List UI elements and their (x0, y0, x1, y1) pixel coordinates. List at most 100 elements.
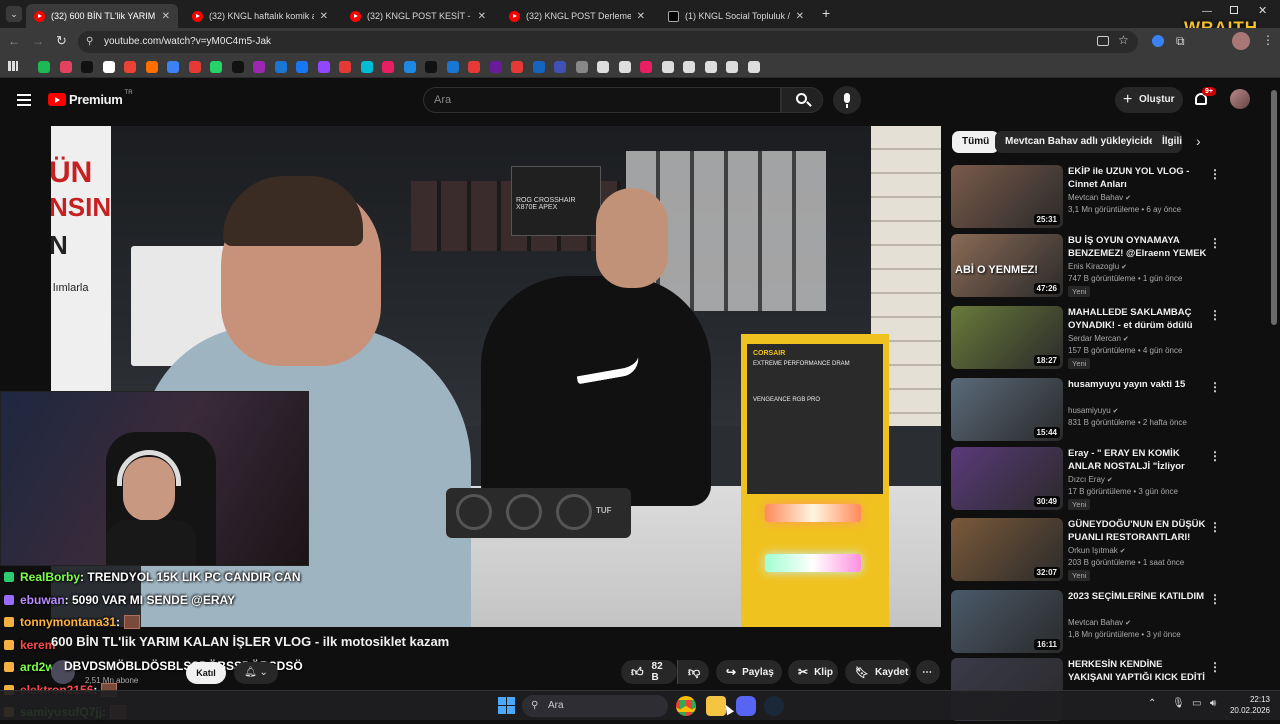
chat-username[interactable]: tonnymontana31 (20, 615, 116, 629)
recommended-channel-name[interactable]: Orkun Işıtmak ✔ (1068, 546, 1126, 555)
tab-close-icon[interactable]: ✕ (631, 11, 645, 22)
bookmark-site-icon[interactable] (360, 61, 373, 73)
tab-list-dropdown-icon[interactable]: ⌄ (6, 6, 22, 22)
bookmark-site-icon[interactable] (102, 61, 115, 73)
recommended-channel-name[interactable]: Serdar Mercan ✔ (1068, 334, 1129, 343)
bookmark-site-icon[interactable] (403, 61, 416, 73)
tab-close-icon[interactable]: ✕ (790, 11, 804, 22)
address-bar[interactable]: ⚲ youtube.com/watch?v=yM0C4m5-Jak (78, 31, 1138, 53)
recommended-video-title[interactable]: 2023 SEÇİMLERİNE KATILDIM (1068, 590, 1208, 603)
recommended-channel-name[interactable]: Dızcı Eray ✔ (1068, 475, 1113, 484)
steam-icon[interactable] (764, 696, 784, 716)
window-close-icon[interactable]: ✕ (1258, 4, 1267, 17)
recommended-video[interactable]: ABİ O YENMEZ! 47:26 BU İŞ OYUN OYNAMAYA BE… (951, 234, 1266, 300)
tab-close-icon[interactable]: ✕ (156, 11, 170, 22)
bookmark-site-icon[interactable] (747, 61, 760, 73)
join-button[interactable]: Katıl (186, 662, 226, 684)
video-options-icon[interactable]: ⋮ (1209, 449, 1221, 463)
search-button[interactable] (781, 87, 823, 113)
chrome-icon[interactable] (676, 696, 696, 716)
subscribe-bell-button[interactable]: 🔔︎ ⌄ (234, 662, 278, 684)
bookmark-site-icon[interactable] (145, 61, 158, 73)
menu-hamburger-icon[interactable] (17, 91, 31, 109)
taskbar-clock[interactable]: 22:13 20.02.2026 (1228, 694, 1270, 716)
page-scrollbar[interactable] (1271, 90, 1277, 325)
bookmark-site-icon[interactable] (81, 61, 93, 73)
bookmark-site-icon[interactable] (317, 61, 330, 73)
chat-username[interactable]: RealBorby (20, 570, 80, 584)
recommended-video-title[interactable]: GÜNEYDOĞU'NUN EN DÜŞÜK PUANLI RESTORANTL… (1068, 518, 1208, 544)
chat-username[interactable]: ebuwan (20, 593, 65, 607)
recommended-video[interactable]: 15:44 husamyuyu yayın vakti 15 husamiyuyu … (951, 378, 1266, 444)
tray-chevron-icon[interactable]: ⌃ (1148, 698, 1156, 709)
window-minimize-icon[interactable]: — (1202, 6, 1212, 17)
recommended-video-title[interactable]: husamyuyu yayın vakti 15 (1068, 378, 1208, 391)
browser-tab-0[interactable]: (32) 600 BİN TL'lik YARIM K ✕ (26, 4, 178, 28)
account-avatar[interactable] (1230, 89, 1250, 109)
clip-button[interactable]: ✂ Klip (788, 660, 838, 684)
tray-volume-icon[interactable]: 🔊︎ (1210, 698, 1216, 709)
bookmark-site-icon[interactable] (253, 61, 265, 73)
dislike-button[interactable]: 👎︎ (677, 660, 709, 684)
video-options-icon[interactable]: ⋮ (1209, 236, 1221, 250)
site-info-icon[interactable]: ⚲ (86, 31, 93, 53)
recommended-channel-name[interactable]: husamiyuyu ✔ (1068, 406, 1119, 415)
bookmark-site-icon[interactable] (726, 61, 738, 73)
recommended-video[interactable]: 25:31 EKİP ile UZUN YOL VLOG - Cinnet Anl… (951, 165, 1266, 231)
video-thumbnail[interactable]: 18:27 (951, 306, 1063, 369)
voice-search-button[interactable] (833, 86, 861, 114)
bookmark-site-icon[interactable] (640, 61, 652, 73)
chip-related[interactable]: İlgili (1152, 131, 1182, 153)
more-actions-button[interactable]: ⋯ (916, 660, 940, 684)
chip-from-uploader[interactable]: Mevtcan Bahav adlı yükleyiciden (995, 131, 1171, 153)
chips-next-icon[interactable]: › (1196, 133, 1201, 149)
bookmark-site-icon[interactable] (704, 61, 717, 73)
recommended-video-title[interactable]: Eray - " ERAY EN KOMİK ANLAR NOSTALJİ "İ… (1068, 447, 1208, 473)
tray-mic-icon[interactable]: 🎙︎ (1172, 698, 1185, 709)
back-icon[interactable]: ← (8, 34, 20, 48)
recommended-channel-name[interactable]: Mevtcan Bahav ✔ (1068, 618, 1131, 627)
tray-network-icon[interactable]: ▭ (1192, 698, 1201, 709)
recommended-video-title[interactable]: EKİP ile UZUN YOL VLOG - Cinnet Anları (1068, 165, 1208, 191)
video-thumbnail[interactable]: 32:07 (951, 518, 1063, 581)
bookmark-site-icon[interactable] (339, 61, 351, 73)
bookmark-site-icon[interactable] (618, 61, 631, 73)
bookmark-site-icon[interactable] (532, 61, 545, 73)
like-button[interactable]: 👍︎ 82 B (621, 660, 677, 684)
profile-avatar[interactable] (1232, 32, 1250, 50)
bookmark-site-icon[interactable] (661, 61, 674, 73)
bookmark-site-icon[interactable] (575, 61, 588, 73)
video-thumbnail[interactable]: 15:44 (951, 378, 1063, 441)
bookmark-star-icon[interactable]: ☆ (1118, 33, 1129, 47)
tab-close-icon[interactable]: ✕ (314, 11, 328, 22)
save-button[interactable]: 🔖︎ Kaydet (845, 660, 911, 684)
video-thumbnail[interactable]: 25:31 (951, 165, 1063, 228)
video-options-icon[interactable]: ⋮ (1209, 592, 1221, 606)
recommended-video-title[interactable]: MAHALLEDE SAKLAMBAÇ OYNADIK! - et dürüm … (1068, 306, 1208, 332)
bookmark-site-icon[interactable] (167, 61, 179, 73)
bookmark-site-icon[interactable] (425, 61, 437, 73)
apps-grid-icon[interactable] (8, 61, 18, 71)
bookmark-site-icon[interactable] (124, 61, 136, 73)
recommended-channel-name[interactable]: Enis Kirazoglu ✔ (1068, 262, 1127, 271)
recommended-video[interactable]: 18:27 MAHALLEDE SAKLAMBAÇ OYNADIK! - et d… (951, 306, 1266, 372)
youtube-logo[interactable]: Premium TR (48, 90, 133, 107)
bookmark-site-icon[interactable] (274, 61, 287, 73)
bookmark-site-icon[interactable] (683, 61, 695, 73)
extensions-icon[interactable]: ⧉ (1176, 34, 1185, 49)
bookmark-site-icon[interactable] (597, 61, 609, 73)
video-options-icon[interactable]: ⋮ (1209, 380, 1221, 394)
browser-tab-4[interactable]: (1) KNGL Social Topluluk / X ✕ (660, 4, 812, 28)
bookmark-site-icon[interactable] (382, 61, 394, 73)
extension-shield-icon[interactable] (1152, 35, 1164, 47)
bookmark-site-icon[interactable] (59, 61, 72, 73)
bookmark-site-icon[interactable] (188, 61, 201, 73)
bookmark-site-icon[interactable] (489, 61, 502, 73)
recommended-video-title[interactable]: BU İŞ OYUN OYNAMAYA BENZEMEZ! @Elraenn Y… (1068, 234, 1208, 260)
recommended-video[interactable]: 16:11 2023 SEÇİMLERİNE KATILDIM Mevtcan Ba… (951, 590, 1266, 656)
create-button[interactable]: + Oluştur (1115, 87, 1183, 113)
bookmark-site-icon[interactable] (38, 61, 50, 73)
reload-icon[interactable]: ↻ (56, 33, 67, 49)
tab-close-icon[interactable]: ✕ (472, 11, 486, 22)
forward-icon[interactable]: → (32, 34, 44, 48)
